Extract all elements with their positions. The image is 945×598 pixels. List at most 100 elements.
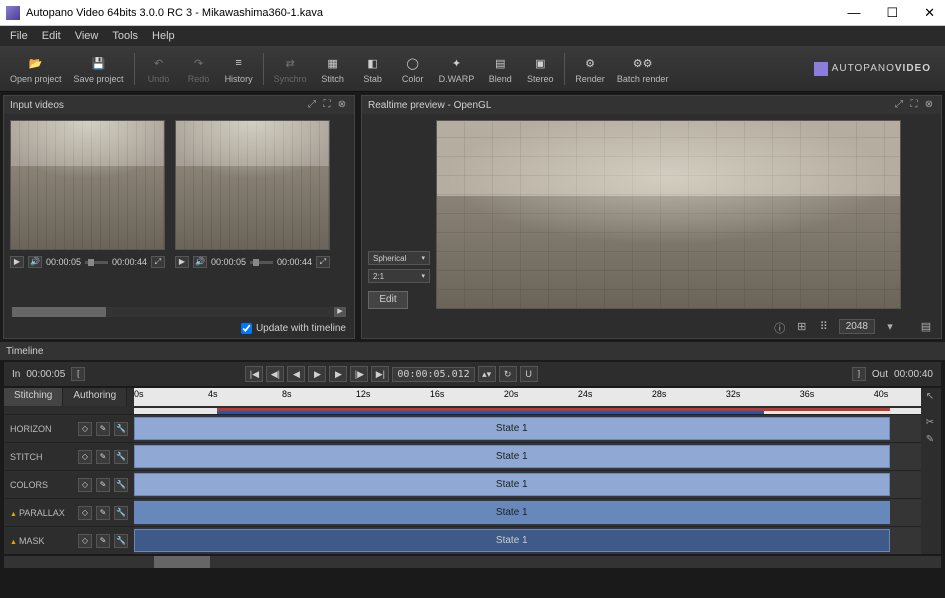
track-lane[interactable]: State 1 — [134, 443, 921, 470]
minimize-button[interactable]: — — [843, 5, 864, 21]
track-lane[interactable]: State 1 — [134, 499, 921, 526]
menu-edit[interactable]: Edit — [36, 28, 67, 44]
undo-button[interactable]: ↶Undo — [139, 51, 179, 86]
stab-button[interactable]: ◧Stab — [353, 51, 393, 86]
input-scroll-h[interactable]: ▶ — [12, 307, 346, 317]
render-button[interactable]: ⚙Render — [569, 51, 611, 86]
tab-stitching[interactable]: Stitching — [4, 388, 63, 406]
snap-button[interactable]: U — [520, 366, 538, 382]
expand-icon[interactable]: ⛶ — [321, 99, 333, 111]
menu-tools[interactable]: Tools — [106, 28, 144, 44]
track-clip[interactable]: State 1 — [134, 445, 890, 468]
next-key-button[interactable]: |▶ — [350, 366, 368, 382]
track-settings-button[interactable]: 🔧 — [114, 534, 128, 548]
update-timeline-input[interactable] — [241, 323, 252, 334]
stitch-button[interactable]: ▦Stitch — [313, 51, 353, 86]
timecode-field[interactable]: 00:00:05.012 — [392, 367, 474, 382]
grid-icon[interactable]: ⊞ — [795, 320, 809, 334]
color-button[interactable]: ◯Color — [393, 51, 433, 86]
play-thumb-button[interactable]: ▶ — [10, 256, 24, 268]
maximize-button[interactable]: ☐ — [882, 5, 902, 21]
play-button[interactable]: ▶ — [308, 366, 326, 382]
menu-help[interactable]: Help — [146, 28, 181, 44]
track-settings-button[interactable]: 🔧 — [114, 478, 128, 492]
update-timeline-checkbox[interactable]: Update with timeline — [12, 323, 346, 334]
track-edit-button[interactable]: ✎ — [96, 422, 110, 436]
close-panel-icon[interactable]: ⊗ — [923, 99, 935, 111]
expand-icon[interactable]: ⛶ — [908, 99, 920, 111]
settings-icon[interactable]: ▤ — [919, 320, 933, 334]
time-ruler[interactable]: 0s4s8s12s16s20s24s28s32s36s40s — [134, 388, 921, 406]
tab-authoring[interactable]: Authoring — [63, 388, 127, 406]
stereo-button[interactable]: ▣Stereo — [520, 51, 560, 86]
close-button[interactable]: ✕ — [920, 5, 939, 21]
track-key-button[interactable]: ◇ — [78, 534, 92, 548]
batch-button[interactable]: ⚙⚙Batch render — [611, 51, 675, 86]
close-panel-icon[interactable]: ⊗ — [336, 99, 348, 111]
track-lane[interactable]: State 1 — [134, 415, 921, 442]
loop-button[interactable]: ↻ — [499, 366, 517, 382]
thumb-scrub[interactable] — [85, 261, 108, 264]
blend-button[interactable]: ▤Blend — [480, 51, 520, 86]
pen-tool-icon[interactable]: ✎ — [923, 434, 937, 448]
dwarp-button[interactable]: ✦D.WARP — [433, 51, 481, 86]
popout-icon[interactable]: ⤢ — [893, 99, 905, 111]
track-edit-button[interactable]: ✎ — [96, 478, 110, 492]
step-back-button[interactable]: ◀ — [287, 366, 305, 382]
popout-icon[interactable]: ⤢ — [306, 99, 318, 111]
thumb-scrub[interactable] — [250, 261, 273, 264]
track-clip[interactable]: State 1 — [134, 529, 890, 552]
in-set-button[interactable]: [ — [71, 367, 85, 381]
video-thumb-1[interactable]: ▶🔊00:00:0500:00:44⤢ — [175, 120, 330, 297]
edit-button[interactable]: Edit — [368, 291, 408, 309]
track-settings-button[interactable]: 🔧 — [114, 422, 128, 436]
track-key-button[interactable]: ◇ — [78, 450, 92, 464]
prev-key-button[interactable]: ◀| — [266, 366, 284, 382]
track-lane[interactable]: State 1 — [134, 471, 921, 498]
track-edit-button[interactable]: ✎ — [96, 450, 110, 464]
thumb-image[interactable] — [10, 120, 165, 250]
menu-view[interactable]: View — [69, 28, 105, 44]
projection-dropdown[interactable]: Spherical — [368, 251, 430, 265]
expand-thumb-button[interactable]: ⤢ — [151, 256, 165, 268]
synchro-button[interactable]: ⇄Synchro — [268, 51, 313, 86]
track-edit-button[interactable]: ✎ — [96, 506, 110, 520]
stepper-icon[interactable]: ▾ — [883, 320, 897, 334]
panorama-preview[interactable] — [436, 120, 901, 309]
synchro-icon: ⇄ — [280, 53, 300, 73]
save-button[interactable]: 💾Save project — [68, 51, 130, 86]
history-button[interactable]: ≡History — [219, 51, 259, 86]
track-lane[interactable]: State 1 — [134, 527, 921, 554]
track-settings-button[interactable]: 🔧 — [114, 450, 128, 464]
open-button[interactable]: 📂Open project — [4, 51, 68, 86]
track-key-button[interactable]: ◇ — [78, 478, 92, 492]
track-clip[interactable]: State 1 — [134, 473, 890, 496]
step-fwd-button[interactable]: ▶ — [329, 366, 347, 382]
mute-thumb-button[interactable]: 🔊 — [193, 256, 207, 268]
mute-thumb-button[interactable]: 🔊 — [28, 256, 42, 268]
track-clip[interactable]: State 1 — [134, 417, 890, 440]
video-thumb-0[interactable]: ▶🔊00:00:0500:00:44⤢ — [10, 120, 165, 297]
track-edit-button[interactable]: ✎ — [96, 534, 110, 548]
out-set-button[interactable]: ] — [852, 367, 866, 381]
goto-end-button[interactable]: ▶| — [371, 366, 389, 382]
dots-icon[interactable]: ⠿ — [817, 320, 831, 334]
goto-start-button[interactable]: |◀ — [245, 366, 263, 382]
redo-button[interactable]: ↷Redo — [179, 51, 219, 86]
menu-file[interactable]: File — [4, 28, 34, 44]
thumb-image[interactable] — [175, 120, 330, 250]
track-key-button[interactable]: ◇ — [78, 506, 92, 520]
expand-thumb-button[interactable]: ⤢ — [316, 256, 330, 268]
track-key-button[interactable]: ◇ — [78, 422, 92, 436]
cut-tool-icon[interactable]: ✂ — [923, 417, 937, 431]
info-icon[interactable]: ⓘ — [773, 320, 787, 334]
timeline-scroll-h[interactable] — [4, 556, 941, 568]
track-clip[interactable]: State 1 — [134, 501, 890, 524]
scroll-right-icon[interactable]: ▶ — [334, 307, 346, 317]
track-settings-button[interactable]: 🔧 — [114, 506, 128, 520]
timeline-tracks: StitchingAuthoring 0s4s8s12s16s20s24s28s… — [4, 388, 941, 554]
play-thumb-button[interactable]: ▶ — [175, 256, 189, 268]
ratio-dropdown[interactable]: 2:1 — [368, 269, 430, 283]
tc-stepper[interactable]: ▴▾ — [478, 366, 496, 382]
pointer-tool-icon[interactable]: ↖ — [923, 391, 937, 405]
